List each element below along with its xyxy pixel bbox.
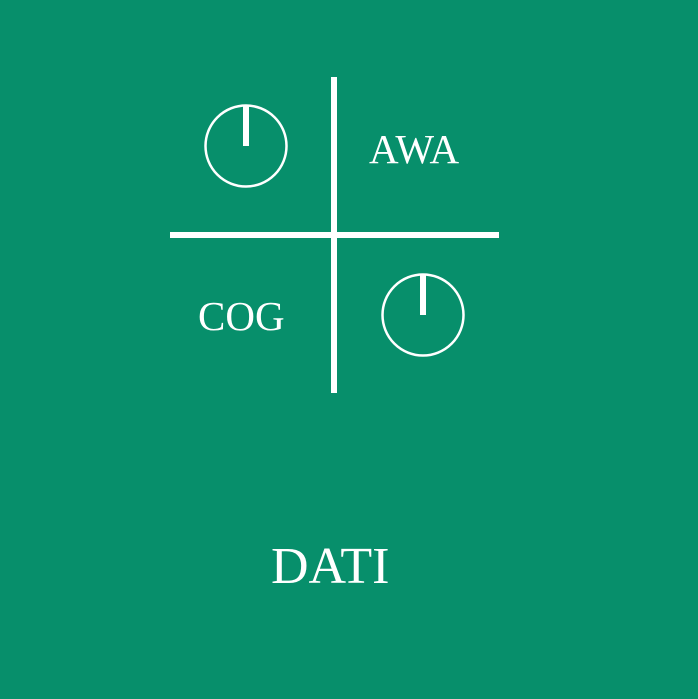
dial-icon (203, 103, 289, 189)
cog-label: COG (198, 293, 285, 339)
dati-button[interactable]: DATI (271, 541, 389, 593)
awa-label: AWA (369, 126, 460, 172)
dial-icon (380, 272, 466, 358)
instrument-display: AWA COG DATI (0, 0, 698, 699)
horizontal-divider (170, 232, 499, 238)
